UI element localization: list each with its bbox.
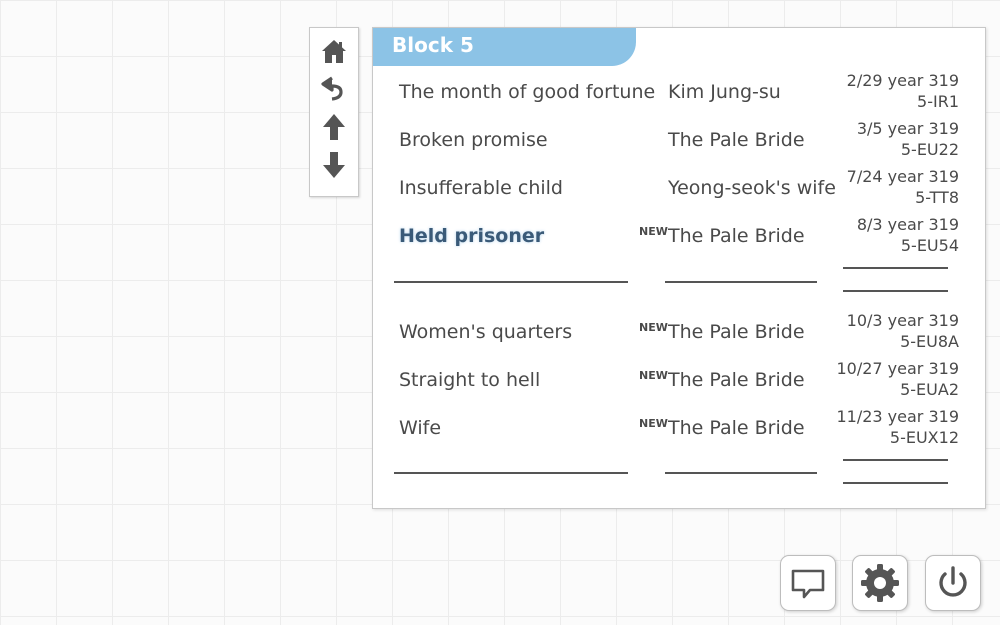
entry-character: Kim Jung-su (668, 81, 781, 103)
entry-character: The Pale Bride (668, 369, 805, 391)
entry-code: 5-EU54 (900, 236, 959, 255)
undo-arrow-icon (321, 76, 343, 101)
entry-date: 11/23 year 319 (836, 407, 959, 426)
divider (843, 459, 948, 461)
entry-title: Held prisoner (399, 225, 545, 247)
entry-code: 5-EUA2 (900, 380, 959, 399)
new-badge: NEW (639, 369, 668, 382)
list-item[interactable]: Women's quarters NEW The Pale Bride 10/3… (373, 307, 985, 355)
entry-title: Women's quarters (399, 321, 573, 343)
speech-bubble-icon (791, 569, 825, 599)
scroll-down-button[interactable] (320, 150, 348, 180)
list-item[interactable]: Straight to hell NEW The Pale Bride 10/2… (373, 355, 985, 403)
divider (665, 281, 817, 283)
entry-title: Wife (399, 417, 442, 439)
divider (843, 482, 948, 484)
navigation-panel (309, 27, 359, 197)
entry-character: The Pale Bride (668, 129, 805, 151)
arrow-down-icon (323, 152, 345, 178)
block-header-tab: Block 5 (373, 28, 636, 66)
entry-code: 5-EU22 (900, 140, 959, 159)
entry-character: The Pale Bride (668, 225, 805, 247)
block-title: Block 5 (392, 33, 474, 57)
divider (843, 267, 948, 269)
entry-date: 2/29 year 319 (846, 71, 959, 90)
arrow-up-icon (323, 114, 345, 140)
entry-date: 7/24 year 319 (846, 167, 959, 186)
entry-code: 5-EU8A (900, 332, 959, 351)
back-button[interactable] (320, 74, 348, 104)
list-item[interactable]: Insufferable child Yeong-seok's wife 7/2… (373, 163, 985, 211)
entry-code: 5-TT8 (915, 188, 959, 207)
settings-button[interactable] (852, 555, 908, 611)
entry-character: Yeong-seok's wife (668, 177, 836, 199)
list-item-selected[interactable]: Held prisoner NEW The Pale Bride 8/3 yea… (373, 211, 985, 259)
list-item[interactable]: Broken promise The Pale Bride 3/5 year 3… (373, 115, 985, 163)
divider (665, 472, 817, 474)
entry-character: The Pale Bride (668, 417, 805, 439)
entry-character: The Pale Bride (668, 321, 805, 343)
new-badge: NEW (639, 225, 668, 238)
entry-title: The month of good fortune (399, 81, 656, 103)
divider (394, 281, 628, 283)
scroll-up-button[interactable] (320, 112, 348, 142)
new-badge: NEW (639, 417, 668, 430)
chat-button[interactable] (780, 555, 836, 611)
entry-code: 5-EUX12 (889, 428, 959, 447)
new-badge: NEW (639, 321, 668, 334)
entry-date: 10/27 year 319 (836, 359, 959, 378)
block-panel: Block 5 The month of good fortune Kim Ju… (372, 27, 986, 509)
entry-date: 3/5 year 319 (856, 119, 959, 138)
divider (843, 290, 948, 292)
entry-code: 5-IR1 (917, 92, 959, 111)
list-item[interactable]: The month of good fortune Kim Jung-su 2/… (373, 67, 985, 115)
divider (394, 472, 628, 474)
home-button[interactable] (320, 36, 348, 66)
entry-date: 10/3 year 319 (846, 311, 959, 330)
power-button[interactable] (925, 555, 981, 611)
gear-icon (861, 564, 899, 602)
list-item[interactable]: Wife NEW The Pale Bride 11/23 year 319 5… (373, 403, 985, 451)
home-icon (322, 40, 346, 63)
entry-date: 8/3 year 319 (856, 215, 959, 234)
entry-title: Insufferable child (399, 177, 563, 199)
entry-title: Broken promise (399, 129, 548, 151)
entry-title: Straight to hell (399, 369, 541, 391)
power-icon (939, 566, 967, 597)
